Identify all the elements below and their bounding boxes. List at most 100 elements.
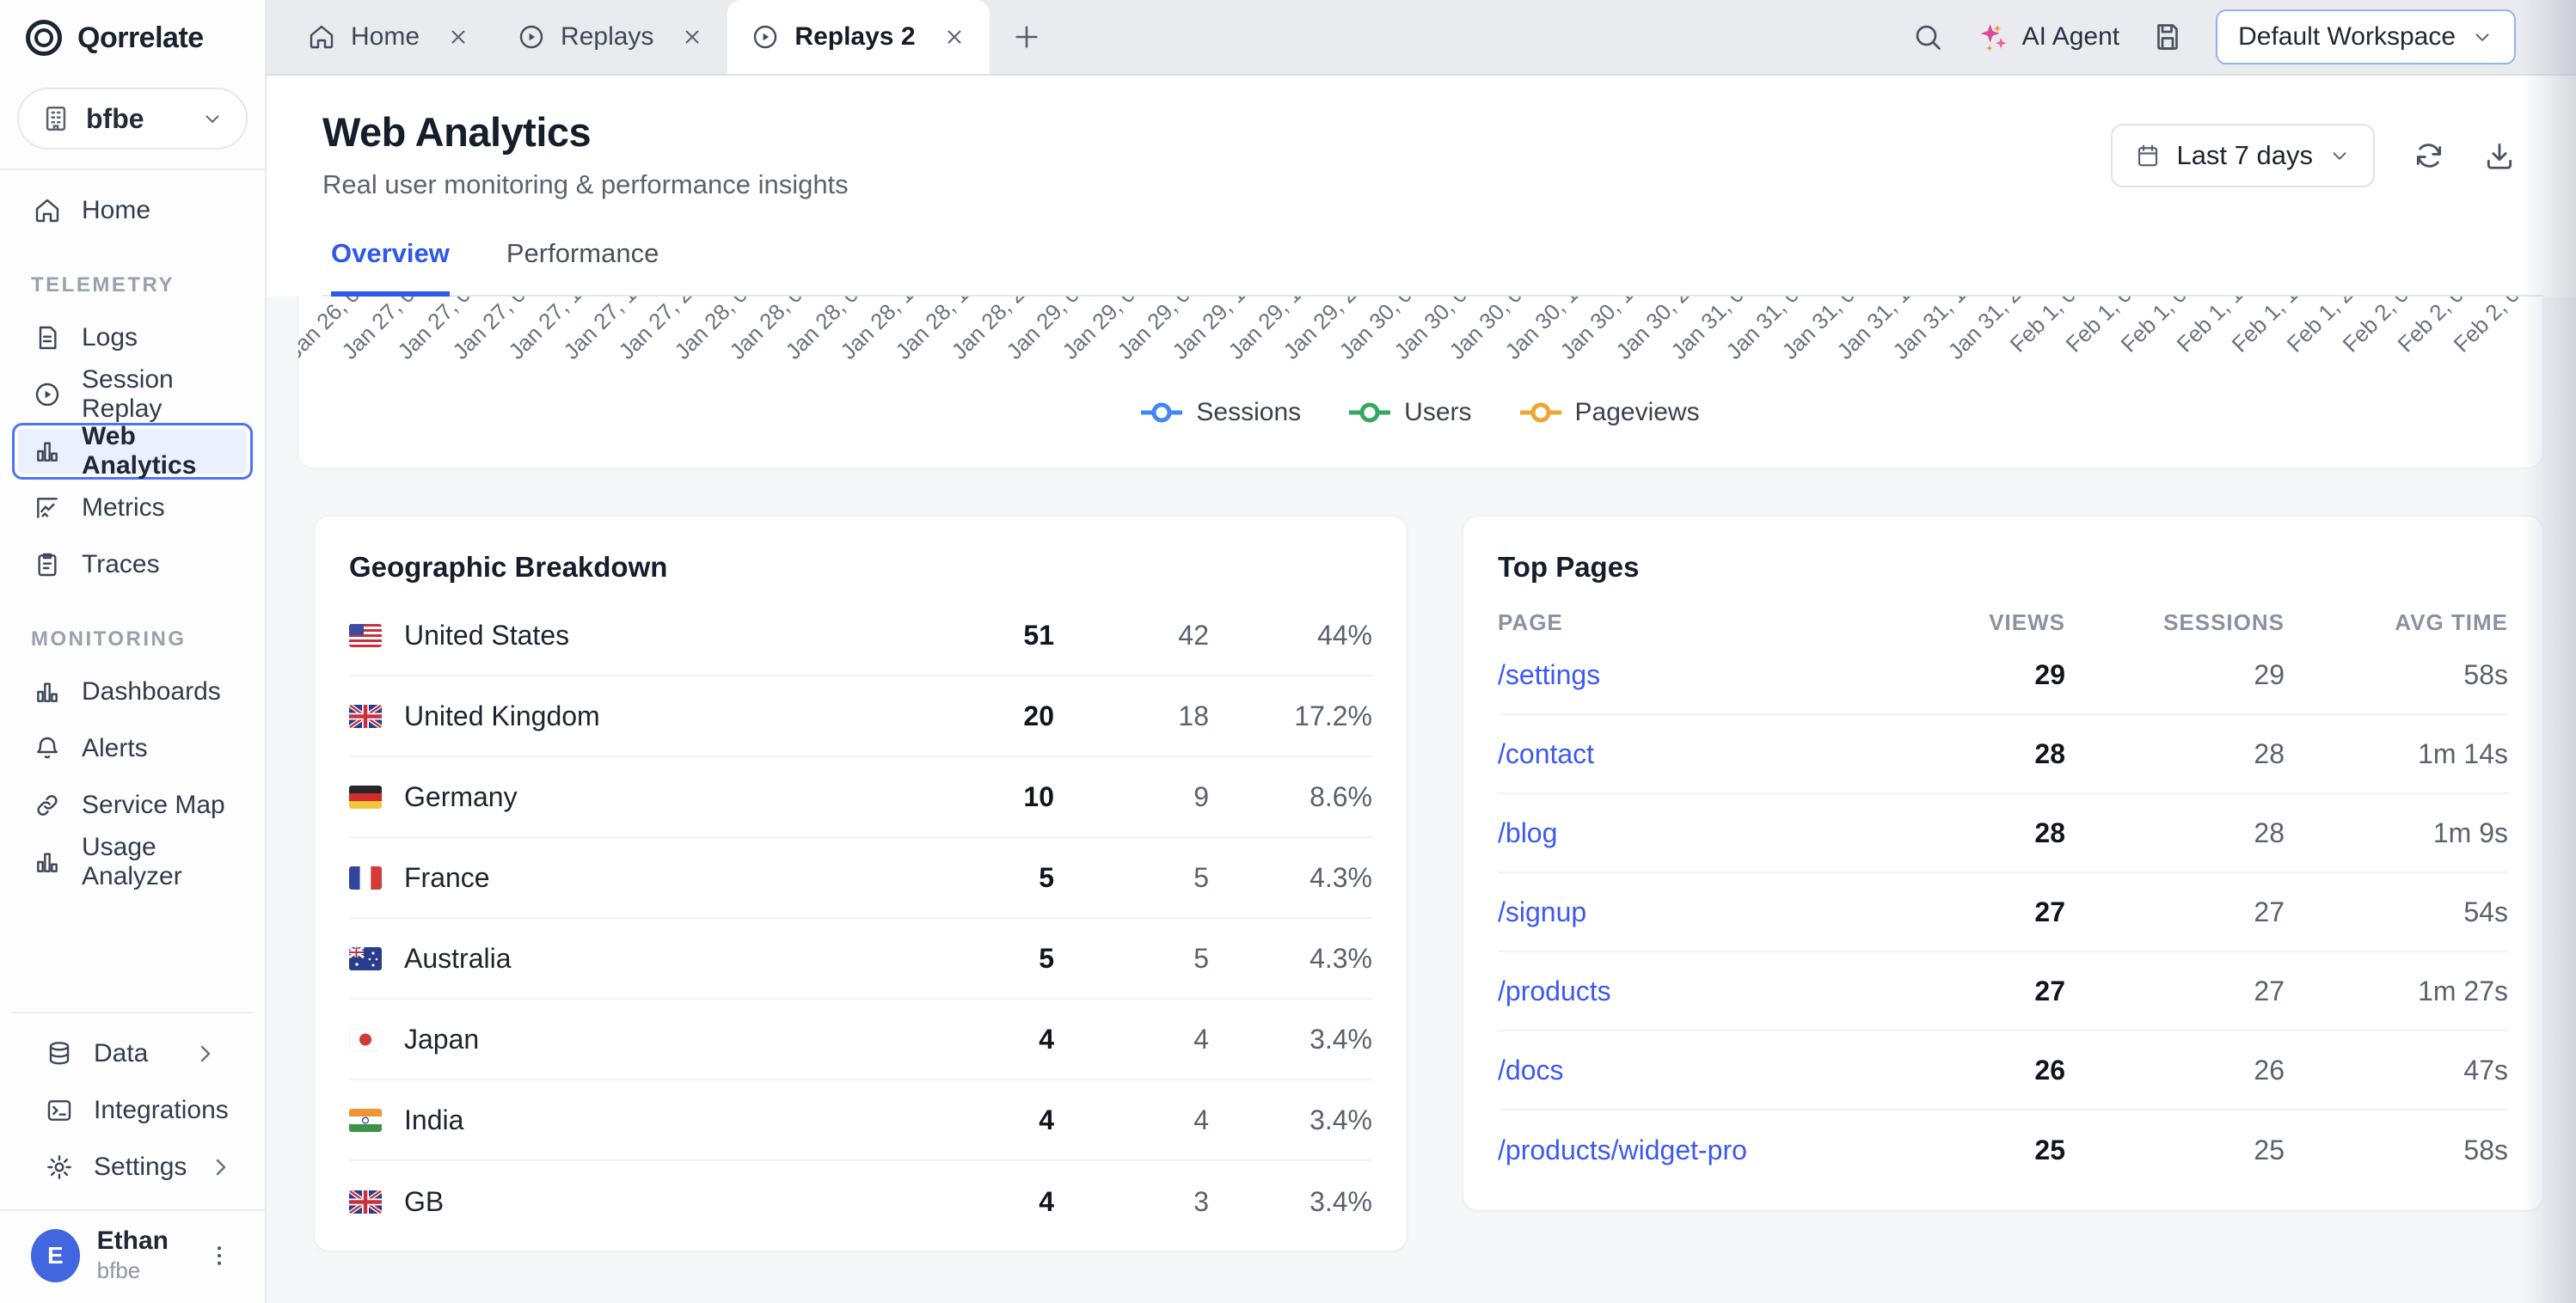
sidebar-item-settings[interactable]: Settings [24, 1139, 241, 1196]
traces-icon [34, 551, 61, 578]
country-name: United States [404, 620, 925, 652]
traffic-chart-card: Jan 26, 0Jan 27, 0Jan 27, 0Jan 27, 0Jan … [297, 297, 2543, 468]
sidebar-sections: TELEMETRY Logs Session Replay Web Analyt… [12, 239, 253, 890]
link-icon [34, 792, 61, 819]
page-views: 25 [1893, 1135, 2065, 1166]
legend-item-users[interactable]: Users [1349, 398, 1471, 427]
geo-row: India 4 4 3.4% [349, 1080, 1372, 1161]
sidebar-item-traces[interactable]: Traces [12, 536, 253, 593]
sidebar-item-integrations[interactable]: Integrations [24, 1082, 241, 1139]
close-icon[interactable] [681, 26, 703, 48]
search-icon[interactable] [1912, 21, 1943, 52]
new-tab-button[interactable] [990, 0, 1064, 74]
country-sessions: 4 [925, 1024, 1054, 1055]
browser-tab-replays-2[interactable]: Replays 2 [727, 0, 989, 74]
page-header: Web Analytics Real user monitoring & per… [267, 76, 2576, 297]
date-range-label: Last 7 days [2176, 140, 2313, 171]
geo-row: Germany 10 9 8.6% [349, 757, 1372, 838]
sidebar-item-dashboards[interactable]: Dashboards [12, 664, 253, 720]
browser-tab-home[interactable]: Home [284, 0, 494, 74]
section-label: MONITORING [12, 593, 253, 664]
page-tabs: Overview Performance [322, 238, 2543, 297]
bar-chart-icon [34, 678, 61, 706]
page-sessions: 26 [2065, 1055, 2285, 1086]
legend-item-pageviews[interactable]: Pageviews [1520, 398, 1700, 427]
legend-item-sessions[interactable]: Sessions [1141, 398, 1301, 427]
country-percent: 3.4% [1209, 1104, 1372, 1136]
date-range-button[interactable]: Last 7 days [2111, 124, 2375, 187]
page-link[interactable]: /docs [1498, 1055, 1563, 1086]
ai-agent-button[interactable]: AI Agent [1976, 20, 2119, 54]
geo-row: France 5 5 4.3% [349, 838, 1372, 919]
sparkles-icon [1976, 20, 2010, 54]
top-pages-header: PAGE VIEWS SESSIONS AVG TIME [1498, 609, 2508, 636]
table-row: /signup 27 27 54s [1498, 873, 2508, 952]
page-link[interactable]: /blog [1498, 817, 1557, 848]
country-percent: 44% [1209, 620, 1372, 652]
sidebar-item-label: Integrations [94, 1096, 229, 1125]
calendar-icon [2135, 143, 2161, 168]
sidebar-item-service-map[interactable]: Service Map [12, 777, 253, 834]
sidebar-item-label: Metrics [82, 493, 231, 523]
download-icon[interactable] [2483, 139, 2516, 172]
refresh-icon[interactable] [2413, 139, 2445, 172]
country-sessions: 51 [925, 620, 1054, 652]
kebab-menu-icon[interactable] [186, 1243, 253, 1269]
workspace-name: bfbe [86, 103, 186, 135]
flag-icon-gb [349, 705, 382, 728]
tab-overview[interactable]: Overview [331, 238, 450, 297]
flag-icon-fr [349, 866, 382, 890]
page-link[interactable]: /products [1498, 976, 1611, 1006]
sidebar-item-label: Dashboards [82, 677, 231, 707]
user-org: bfbe [97, 1257, 169, 1284]
chevron-down-icon [201, 107, 224, 130]
legend-marker-icon [1520, 401, 1561, 424]
page-link[interactable]: /signup [1498, 896, 1586, 927]
user-card[interactable]: E Ethan bfbe [0, 1209, 265, 1303]
tab-label: Replays 2 [794, 22, 915, 52]
sidebar-item-session-replay[interactable]: Session Replay [12, 366, 253, 423]
sidebar-item-home[interactable]: Home [12, 182, 253, 239]
page-link[interactable]: /products/widget-pro [1498, 1135, 1747, 1165]
col-header-avg-time: AVG TIME [2285, 609, 2508, 636]
sidebar-footer: Data Integrations Settings [0, 1012, 265, 1196]
browser-tab-replays[interactable]: Replays [494, 0, 727, 74]
country-sessions: 5 [925, 862, 1054, 894]
home-icon [308, 23, 335, 51]
sidebar-item-label: Settings [94, 1153, 187, 1182]
legend-marker-icon [1141, 401, 1182, 424]
page-avg-time: 54s [2285, 896, 2508, 928]
sidebar-item-metrics[interactable]: Metrics [12, 480, 253, 536]
page-link[interactable]: /settings [1498, 659, 1600, 690]
sidebar-item-alerts[interactable]: Alerts [12, 720, 253, 777]
top-pages-card: Top Pages PAGE VIEWS SESSIONS AVG TIME /… [1463, 516, 2543, 1211]
country-users: 3 [1054, 1186, 1209, 1218]
sidebar-item-usage-analyzer[interactable]: Usage Analyzer [12, 834, 253, 890]
close-icon[interactable] [447, 26, 469, 48]
geographic-breakdown-card: Geographic Breakdown United States 51 42… [314, 516, 1408, 1251]
country-name: GB [404, 1186, 925, 1218]
workspace-dropdown[interactable]: Default Workspace [2216, 9, 2516, 64]
sidebar-item-label: Session Replay [82, 365, 231, 424]
tab-performance[interactable]: Performance [506, 238, 659, 297]
workspace-selector[interactable]: bfbe [17, 88, 248, 150]
chevron-right-icon [207, 1153, 235, 1181]
page-link[interactable]: /contact [1498, 738, 1594, 769]
page-sessions: 28 [2065, 817, 2285, 849]
replay-icon [751, 23, 779, 51]
close-icon[interactable] [943, 26, 966, 48]
chevron-right-icon [192, 1040, 219, 1067]
gear-icon [46, 1153, 73, 1181]
table-row: /docs 26 26 47s [1498, 1031, 2508, 1110]
country-name: Germany [404, 781, 925, 813]
bar-chart-icon [34, 437, 61, 465]
tabstrip-actions: AI Agent Default Workspace [1912, 0, 2576, 74]
terminal-icon [46, 1097, 73, 1124]
save-icon[interactable] [2152, 21, 2183, 52]
sidebar-item-data[interactable]: Data [24, 1025, 241, 1082]
sidebar-item-logs[interactable]: Logs [12, 309, 253, 366]
top-pages-title: Top Pages [1498, 551, 2508, 584]
page-title: Web Analytics [322, 108, 849, 156]
sidebar-item-web-analytics[interactable]: Web Analytics [12, 423, 253, 480]
home-icon [34, 197, 61, 224]
